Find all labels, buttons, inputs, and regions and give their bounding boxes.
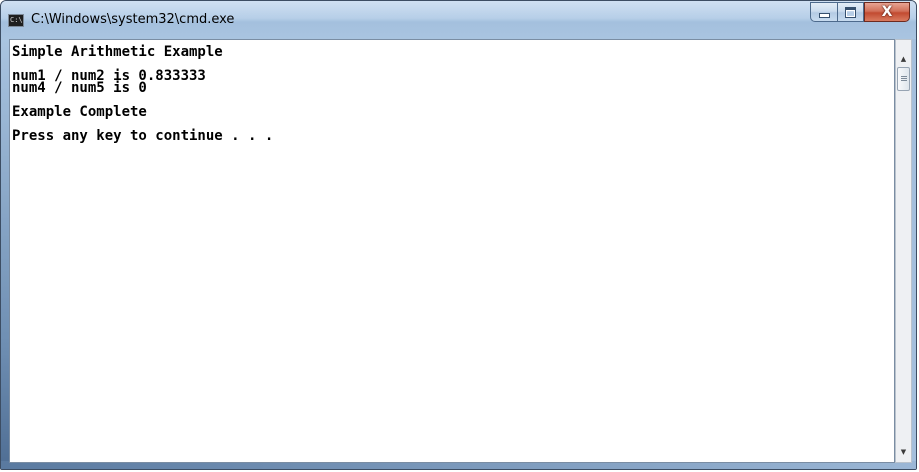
scroll-down-icon[interactable]: ▼ <box>896 443 911 460</box>
maximize-button[interactable] <box>837 2 864 22</box>
console-window: C:\ C:\Windows\system32\cmd.exe X Simple… <box>0 0 917 470</box>
grip-icon <box>900 76 907 82</box>
caption-buttons: X <box>810 2 910 22</box>
console-text: Simple Arithmetic Example num1 / num2 is … <box>12 44 274 144</box>
minimize-button[interactable] <box>810 2 837 22</box>
close-icon: X <box>881 4 893 20</box>
console-line: Press any key to continue . . . <box>12 128 274 144</box>
console-output-area[interactable]: Simple Arithmetic Example num1 / num2 is … <box>9 39 895 463</box>
window-frame-left <box>1 39 9 469</box>
scroll-up-icon[interactable]: ▲ <box>896 50 911 67</box>
console-line: Example Complete <box>12 104 147 120</box>
maximize-icon <box>845 6 856 18</box>
close-button[interactable]: X <box>864 2 910 22</box>
console-line: num4 / num5 is 0 <box>12 80 147 96</box>
cmd-icon[interactable]: C:\ <box>8 14 24 27</box>
title-bar[interactable]: C:\ C:\Windows\system32\cmd.exe X <box>1 1 916 39</box>
minimize-icon <box>818 13 830 18</box>
console-line: Simple Arithmetic Example <box>12 44 223 60</box>
window-title: C:\Windows\system32\cmd.exe <box>31 12 235 27</box>
scroll-thumb[interactable] <box>897 67 910 91</box>
vertical-scrollbar[interactable]: ▲ ▼ <box>895 39 912 463</box>
